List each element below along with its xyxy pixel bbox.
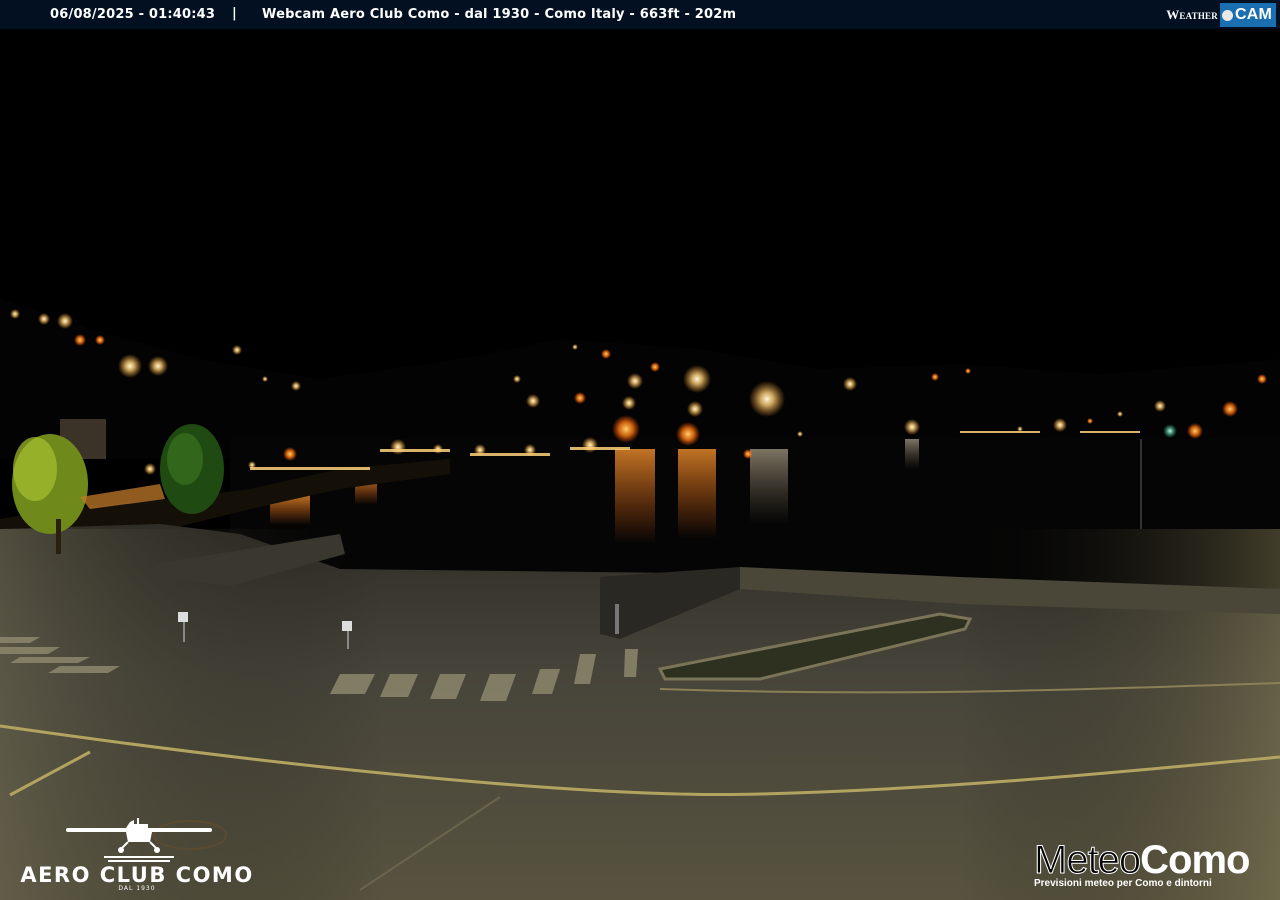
airplane-icon: [66, 818, 212, 862]
status-bar: 06/08/2025 - 01:40:43 | Webcam Aero Club…: [0, 0, 1280, 29]
weathercam-logo-cam-text: CAM: [1234, 6, 1272, 23]
reflection: [678, 449, 716, 539]
meteocomo-subtitle: Previsioni meteo per Como e dintorni: [1034, 878, 1212, 889]
meteocomo-title-bold: Como: [1140, 838, 1250, 882]
weathercam-logo-word: Weather: [1166, 7, 1218, 22]
webcam-image: [0, 29, 1280, 900]
reflection: [905, 439, 919, 469]
aero-club-logo: AERO CLUB COMO DAL 1930: [14, 818, 264, 896]
aero-club-name: AERO CLUB COMO: [20, 863, 254, 887]
weathercam-logo: Weather CAM: [1166, 3, 1276, 27]
reflection: [750, 449, 788, 524]
webcam-caption: Webcam Aero Club Como - dal 1930 - Como …: [262, 7, 737, 22]
tree: [167, 433, 203, 485]
meteocomo-title-light: Meteo: [1033, 838, 1141, 883]
meteocomo-logo: MeteoComo Previsioni meteo per Como e di…: [1033, 838, 1274, 896]
weathercam-logo-cam: CAM: [1219, 3, 1276, 27]
separator: |: [232, 6, 237, 21]
timestamp: 06/08/2025 - 01:40:43: [50, 7, 216, 22]
aero-club-since: DAL 1930: [118, 885, 156, 892]
weathercam-dot-icon: [1221, 9, 1233, 21]
meteocomo-title: MeteoComo: [1033, 838, 1250, 883]
tree: [13, 437, 57, 501]
